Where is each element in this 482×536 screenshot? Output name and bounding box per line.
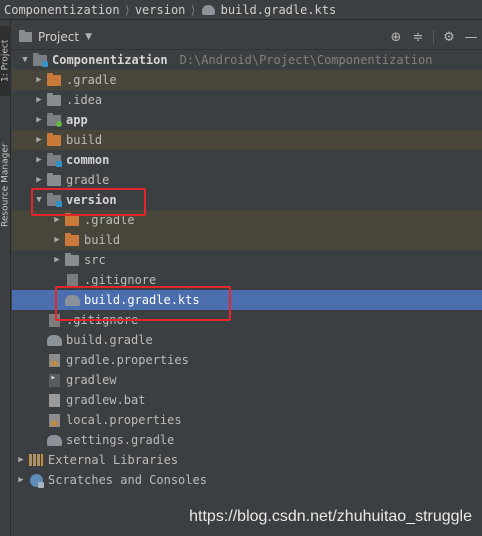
locate-file-icon[interactable]: ⊕ <box>385 26 407 48</box>
scratches-icon <box>28 473 44 488</box>
breadcrumb-item-file[interactable]: build.gradle.kts <box>201 3 336 17</box>
excluded-folder-icon <box>46 72 62 87</box>
tree-row-version[interactable]: ▼ version <box>12 190 482 210</box>
excluded-folder-icon <box>64 232 80 247</box>
libraries-icon <box>28 453 44 467</box>
tree-row[interactable]: ▶ .gradle <box>12 210 482 230</box>
gear-icon[interactable]: ⚙ <box>438 26 460 48</box>
collapsed-arrow-icon[interactable]: ▶ <box>32 75 46 85</box>
tree-row[interactable]: settings.gradle <box>12 430 482 450</box>
collapsed-arrow-icon[interactable]: ▶ <box>32 135 46 145</box>
project-tree: ▼ Componentization D:\Android\Project\Co… <box>12 50 482 490</box>
folder-icon <box>64 252 80 267</box>
collapsed-arrow-icon[interactable]: ▶ <box>50 255 64 265</box>
excluded-folder-icon <box>64 212 80 227</box>
gradle-kts-icon <box>201 3 217 17</box>
gitignore-file-icon <box>46 313 62 327</box>
module-folder-icon <box>46 192 62 207</box>
toolbar-divider <box>433 30 434 44</box>
expanded-arrow-icon[interactable]: ▼ <box>32 195 46 205</box>
gradle-kts-icon <box>64 293 80 307</box>
breadcrumb-separator: ⟩ <box>123 2 131 17</box>
tree-row[interactable]: gradlew.bat <box>12 390 482 410</box>
collapsed-arrow-icon[interactable]: ▶ <box>50 215 64 225</box>
breadcrumb-item-module[interactable]: version <box>135 3 186 17</box>
tree-row-scratches[interactable]: ▶ Scratches and Consoles <box>12 470 482 490</box>
tree-row-root[interactable]: ▼ Componentization D:\Android\Project\Co… <box>12 50 482 70</box>
tree-row[interactable]: ▶ common <box>12 150 482 170</box>
shell-script-icon <box>46 373 62 387</box>
tree-row-selected[interactable]: build.gradle.kts <box>12 290 482 310</box>
tree-row[interactable]: ▶ gradle <box>12 170 482 190</box>
gitignore-file-icon <box>64 273 80 287</box>
tab-project[interactable]: 1: Project <box>0 26 11 96</box>
hide-icon[interactable]: — <box>460 26 482 48</box>
project-view-selector[interactable]: Project <box>38 30 79 44</box>
module-folder-icon <box>32 52 48 67</box>
tree-row[interactable]: ▶ build <box>12 130 482 150</box>
app-module-icon <box>46 112 62 127</box>
expanded-arrow-icon[interactable]: ▼ <box>18 55 32 65</box>
tree-row[interactable]: build.gradle <box>12 330 482 350</box>
collapsed-arrow-icon[interactable]: ▶ <box>32 175 46 185</box>
tree-row[interactable]: ▶ .idea <box>12 90 482 110</box>
tree-row-external-libraries[interactable]: ▶ External Libraries <box>12 450 482 470</box>
text-file-icon <box>46 393 62 407</box>
project-view-icon <box>18 29 32 43</box>
tree-row[interactable]: gradle.properties <box>12 350 482 370</box>
gradle-file-icon <box>46 333 62 347</box>
properties-file-icon <box>46 413 62 427</box>
collapsed-arrow-icon[interactable]: ▶ <box>32 155 46 165</box>
chevron-down-icon[interactable]: ▼ <box>85 32 92 42</box>
collapsed-arrow-icon[interactable]: ▶ <box>14 475 28 485</box>
tree-row[interactable]: ▶ src <box>12 250 482 270</box>
gradle-file-icon <box>46 433 62 447</box>
tree-row[interactable]: ▶ build <box>12 230 482 250</box>
tab-resource-manager[interactable]: Resource Manager <box>0 130 11 240</box>
project-path: D:\Android\Project\Componentization <box>179 53 433 67</box>
breadcrumb-separator: ⟩ <box>189 2 197 17</box>
collapse-all-icon[interactable]: ≑ <box>407 26 429 48</box>
tool-window-toolbar: ⊕ ≑ ⚙ — <box>385 24 482 50</box>
properties-file-icon <box>46 353 62 367</box>
collapsed-arrow-icon[interactable]: ▶ <box>50 235 64 245</box>
excluded-folder-icon <box>46 132 62 147</box>
folder-icon <box>46 172 62 187</box>
collapsed-arrow-icon[interactable]: ▶ <box>32 95 46 105</box>
collapsed-arrow-icon[interactable]: ▶ <box>14 455 28 465</box>
watermark: https://blog.csdn.net/zhuhuitao_struggle <box>189 508 472 525</box>
tree-row[interactable]: gradlew <box>12 370 482 390</box>
collapsed-arrow-icon[interactable]: ▶ <box>32 115 46 125</box>
tree-row[interactable]: .gitignore <box>12 270 482 290</box>
project-tool-window-header: Project ▼ ⊕ ≑ ⚙ — <box>12 24 482 50</box>
tree-row[interactable]: ▶ app <box>12 110 482 130</box>
tool-window-stripe: 1: Project Resource Manager <box>0 20 11 536</box>
module-folder-icon <box>46 152 62 167</box>
breadcrumb-item-project[interactable]: Componentization <box>4 3 120 17</box>
tree-row[interactable]: ▶ .gradle <box>12 70 482 90</box>
tree-row[interactable]: .gitignore <box>12 310 482 330</box>
breadcrumb: Componentization ⟩ version ⟩ build.gradl… <box>0 0 482 20</box>
folder-icon <box>46 92 62 107</box>
tree-row-label: Componentization <box>52 53 168 67</box>
tree-row[interactable]: local.properties <box>12 410 482 430</box>
